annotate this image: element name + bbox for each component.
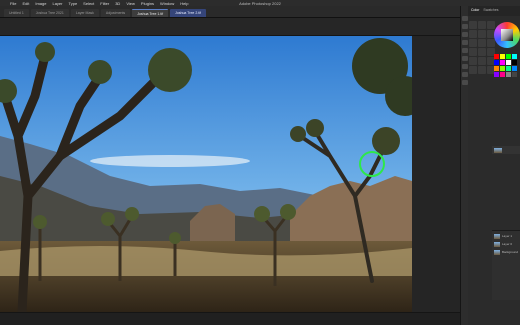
properties-row[interactable] — [492, 146, 520, 154]
layer-name: Layer 0 — [502, 242, 513, 246]
brush-preset[interactable] — [478, 66, 486, 74]
swatch[interactable] — [512, 54, 517, 59]
menu-item-file[interactable]: File — [10, 1, 16, 6]
tab-swatches[interactable]: Swatches — [483, 8, 498, 14]
brush-preset[interactable] — [469, 21, 477, 29]
layer-row[interactable]: Background — [494, 249, 518, 255]
layer-name: Layer 1 — [502, 234, 513, 238]
swatch[interactable] — [506, 72, 511, 77]
app-title: Adobe Photoshop 2022 — [239, 0, 281, 6]
swatch[interactable] — [506, 60, 511, 65]
menu-item-window[interactable]: Window — [160, 1, 174, 6]
swatch[interactable] — [512, 60, 517, 65]
swatches-grid — [494, 54, 520, 77]
swatch[interactable] — [500, 54, 505, 59]
layer-thumbnail — [494, 249, 500, 255]
tab-document-4[interactable]: Adjustments — [100, 9, 131, 17]
canvas-area[interactable] — [0, 36, 460, 312]
swatch[interactable] — [512, 66, 517, 71]
brush-preset[interactable] — [478, 48, 486, 56]
brush-presets-grid — [468, 20, 495, 170]
layer-thumbnail — [494, 241, 500, 247]
tab-document-5[interactable]: Joshua Tree 1.tif — [132, 9, 169, 17]
swatch[interactable] — [494, 60, 499, 65]
brush-preset[interactable] — [487, 21, 495, 29]
photo-canvas[interactable] — [0, 36, 412, 312]
menu-item-image[interactable]: Image — [35, 1, 46, 6]
tab-document-1[interactable]: Untitled 1 — [4, 9, 29, 17]
color-wheel[interactable] — [494, 22, 520, 48]
right-panels: Color Swatches Layer 1 Layer 0 Backgroun… — [468, 6, 520, 325]
tab-color[interactable]: Color — [471, 8, 479, 14]
brush-preset[interactable] — [478, 30, 486, 38]
brush-preset[interactable] — [469, 30, 477, 38]
swatch[interactable] — [494, 72, 499, 77]
swatch[interactable] — [506, 66, 511, 71]
brush-preset[interactable] — [478, 57, 486, 65]
brush-preset[interactable] — [478, 21, 486, 29]
options-bar — [0, 18, 460, 36]
menu-item-filter[interactable]: Filter — [100, 1, 109, 6]
canvas-pasteboard — [412, 36, 460, 312]
brush-preset[interactable] — [469, 66, 477, 74]
menu-item-select[interactable]: Select — [83, 1, 94, 6]
brush-preset[interactable] — [487, 39, 495, 47]
tools-panel — [460, 6, 468, 325]
swatch[interactable] — [506, 54, 511, 59]
swatch[interactable] — [512, 72, 517, 77]
swatch[interactable] — [494, 66, 499, 71]
tab-document-2[interactable]: Joshua Tree 2021 — [30, 9, 69, 17]
menu-item-3d[interactable]: 3D — [115, 1, 120, 6]
swatch[interactable] — [500, 60, 505, 65]
tab-document-3[interactable]: Layer Mask — [70, 9, 99, 17]
layer-row[interactable]: Layer 0 — [494, 241, 518, 247]
tab-document-6[interactable]: Joshua Tree 2.tif — [170, 9, 206, 17]
menu-item-view[interactable]: View — [126, 1, 135, 6]
menu-item-edit[interactable]: Edit — [22, 1, 29, 6]
layer-thumbnail — [494, 233, 500, 239]
swatch[interactable] — [500, 72, 505, 77]
swatch[interactable] — [500, 66, 505, 71]
brush-preset[interactable] — [469, 39, 477, 47]
swatch[interactable] — [494, 54, 499, 59]
menu-item-help[interactable]: Help — [180, 1, 188, 6]
status-bar — [0, 312, 460, 325]
menu-item-layer[interactable]: Layer — [52, 1, 62, 6]
layer-name: Background — [501, 250, 518, 254]
menu-item-plugins[interactable]: Plugins — [141, 1, 154, 6]
document-tab-bar: Untitled 1 Joshua Tree 2021 Layer Mask A… — [0, 6, 460, 18]
cloud — [90, 155, 250, 167]
layer-row[interactable]: Layer 1 — [494, 233, 518, 239]
brush-preset[interactable] — [469, 57, 477, 65]
layers-panel: Layer 1 Layer 0 Background — [492, 230, 520, 300]
brush-preset[interactable] — [469, 48, 477, 56]
menu-item-type[interactable]: Type — [69, 1, 78, 6]
panel-tabs: Color Swatches — [468, 6, 520, 16]
layer-thumbnail — [494, 147, 502, 153]
brush-preset[interactable] — [478, 39, 486, 47]
